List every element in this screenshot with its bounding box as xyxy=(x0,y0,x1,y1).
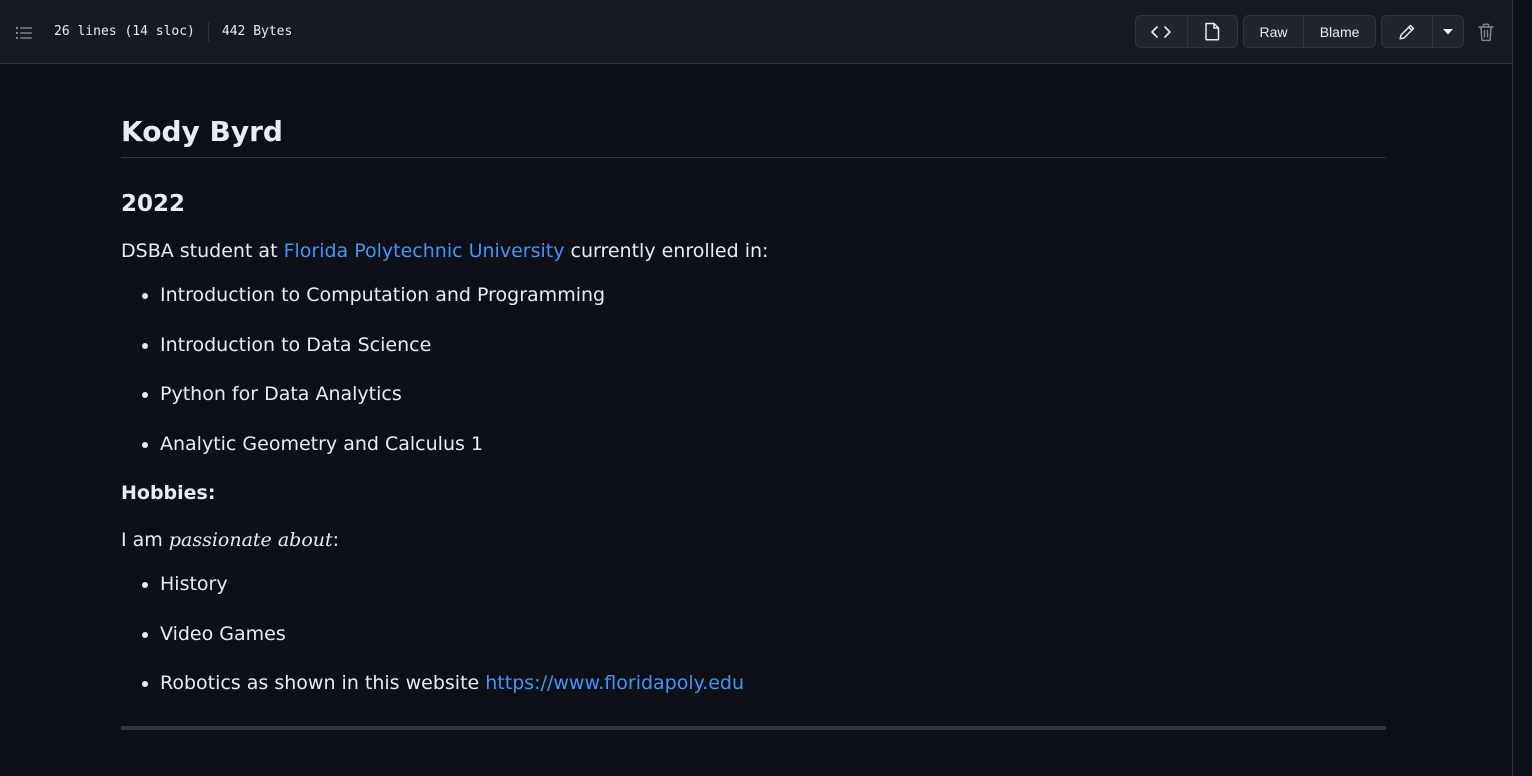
file-header: 26 lines (14 sloc) 442 Bytes Raw Blame xyxy=(0,0,1512,64)
file-info: 26 lines (14 sloc) 442 Bytes xyxy=(54,0,292,63)
edit-options-dropdown[interactable] xyxy=(1431,16,1463,47)
list-item: Robotics as shown in this website https:… xyxy=(160,669,1386,698)
blame-button[interactable]: Blame xyxy=(1303,16,1375,47)
line-count: 26 lines (14 sloc) xyxy=(54,24,195,39)
passion-emphasis: passionate about xyxy=(168,528,333,551)
list-item: Introduction to Computation and Programm… xyxy=(160,281,1386,310)
pencil-icon xyxy=(1399,24,1415,40)
view-mode-toggle xyxy=(1135,15,1238,48)
raw-blame-group: Raw Blame xyxy=(1243,15,1376,48)
year-heading: 2022 xyxy=(121,191,186,217)
preview-button[interactable] xyxy=(1186,16,1238,47)
file-info-divider xyxy=(207,21,209,42)
delete-file-button[interactable] xyxy=(1474,20,1498,44)
hobby-list: History Video Games Robotics as shown in… xyxy=(121,570,1386,698)
code-icon xyxy=(1151,25,1172,38)
raw-button[interactable]: Raw xyxy=(1244,16,1303,47)
floridapoly-link[interactable]: https://www.floridapoly.edu xyxy=(485,672,744,694)
list-item: Video Games xyxy=(160,620,1386,649)
passion-paragraph: I am passionate about: xyxy=(121,526,1386,555)
list-item: History xyxy=(160,570,1386,599)
intro-prefix: DSBA student at xyxy=(121,239,284,262)
readme-content: Kody Byrd 2022 DSBA student at Florida P… xyxy=(121,64,1386,730)
file-viewer: 26 lines (14 sloc) 442 Bytes Raw Blame K… xyxy=(0,0,1513,776)
hobbies-heading: Hobbies: xyxy=(121,479,1386,508)
edit-button[interactable] xyxy=(1382,16,1432,47)
file-icon xyxy=(1205,22,1220,41)
file-size: 442 Bytes xyxy=(221,24,293,39)
list-item: Introduction to Data Science xyxy=(160,331,1386,360)
list-item: Analytic Geometry and Calculus 1 xyxy=(160,430,1386,459)
trash-icon xyxy=(1478,22,1494,41)
intro-paragraph: DSBA student at Florida Polytechnic Univ… xyxy=(121,237,1386,266)
code-view-button[interactable] xyxy=(1136,16,1187,47)
edit-group xyxy=(1381,15,1464,48)
page-title: Kody Byrd xyxy=(121,114,1386,158)
hobbies-label: Hobbies: xyxy=(121,482,216,505)
passion-suffix: : xyxy=(332,528,340,551)
university-link[interactable]: Florida Polytechnic University xyxy=(284,240,565,262)
horizontal-rule xyxy=(121,725,1386,730)
robotics-text: Robotics as shown in this website xyxy=(160,672,486,695)
table-of-contents-button[interactable] xyxy=(12,21,36,45)
list-unordered-icon xyxy=(15,26,32,40)
course-list: Introduction to Computation and Programm… xyxy=(121,281,1386,458)
triangle-down-icon xyxy=(1442,28,1453,34)
intro-suffix: currently enrolled in: xyxy=(564,239,769,262)
passion-prefix: I am xyxy=(121,528,169,551)
list-item: Python for Data Analytics xyxy=(160,380,1386,409)
